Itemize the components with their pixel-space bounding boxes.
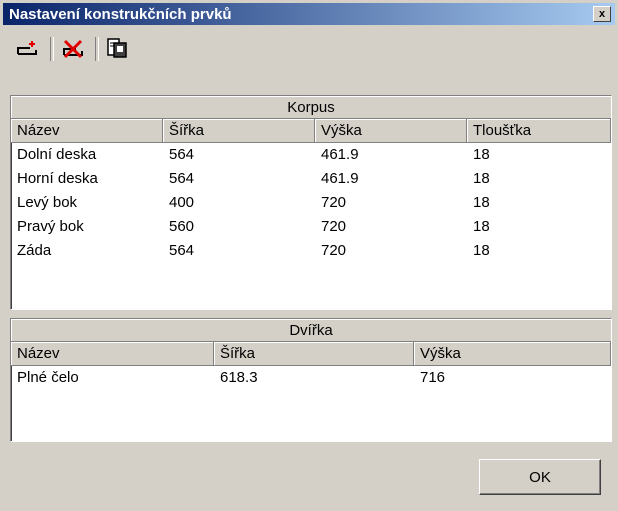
delete-element-button[interactable] — [58, 33, 88, 63]
cell-width: 564 — [169, 170, 195, 187]
cell-thickness: 18 — [473, 170, 490, 187]
delete-element-icon — [63, 39, 83, 59]
korpus-group-header: Korpus — [11, 96, 611, 119]
cell-name: Pravý bok — [17, 218, 84, 235]
table-row[interactable]: Pravý bok 560 720 18 — [11, 215, 611, 239]
table-row[interactable]: Plné čelo 618.3 716 — [11, 366, 611, 390]
column-header-nazev[interactable]: Název — [11, 342, 214, 366]
add-element-button[interactable] — [13, 33, 43, 63]
close-button[interactable]: x — [593, 6, 611, 22]
korpus-panel: Korpus Název Šířka Výška Tloušťka Dolní … — [10, 95, 612, 310]
cell-thickness: 18 — [473, 218, 490, 235]
cell-height: 720 — [321, 194, 347, 211]
table-row[interactable]: Horní deska 564 461.9 18 — [11, 167, 611, 191]
table-row[interactable]: Záda 564 720 18 — [11, 239, 611, 263]
cell-width: 564 — [169, 146, 195, 163]
column-header-nazev[interactable]: Název — [11, 119, 163, 143]
dvirka-panel: Dvířka Název Šířka Výška Plné čelo 618.3… — [10, 318, 612, 442]
column-header-vyska[interactable]: Výška — [315, 119, 467, 143]
table-row[interactable]: Levý bok 400 720 18 — [11, 191, 611, 215]
cell-name: Dolní deska — [17, 146, 97, 163]
cell-name: Levý bok — [17, 194, 78, 211]
add-element-icon — [17, 41, 37, 55]
cell-height: 461.9 — [321, 170, 359, 187]
column-header-vyska[interactable]: Výška — [414, 342, 611, 366]
cell-name: Plné čelo — [17, 369, 79, 386]
cell-width: 618.3 — [220, 369, 258, 386]
settings-dialog: Nastavení konstrukčních prvků x Korpus N… — [0, 0, 618, 511]
cell-name: Záda — [17, 242, 52, 259]
dvirka-group-header: Dvířka — [11, 319, 611, 342]
ok-button[interactable]: OK — [479, 459, 601, 495]
column-header-sirka[interactable]: Šířka — [214, 342, 414, 366]
title-bar[interactable]: Nastavení konstrukčních prvků x — [3, 3, 615, 25]
cell-thickness: 18 — [473, 194, 490, 211]
column-header-tloustka[interactable]: Tloušťka — [467, 119, 611, 143]
cell-height: 461.9 — [321, 146, 359, 163]
cell-width: 560 — [169, 218, 195, 235]
cell-width: 400 — [169, 194, 195, 211]
toolbar — [3, 27, 615, 69]
cell-thickness: 18 — [473, 146, 490, 163]
cell-height: 720 — [321, 242, 347, 259]
toolbar-separator — [95, 37, 99, 61]
cell-height: 720 — [321, 218, 347, 235]
toolbar-separator — [50, 37, 54, 61]
export-icon — [107, 38, 127, 58]
column-header-sirka[interactable]: Šířka — [163, 119, 315, 143]
dvirka-column-headers: Název Šířka Výška — [11, 342, 611, 366]
cell-name: Horní deska — [17, 170, 98, 187]
close-icon: x — [598, 8, 606, 20]
cell-height: 716 — [420, 369, 446, 386]
cell-width: 564 — [169, 242, 195, 259]
cell-thickness: 18 — [473, 242, 490, 259]
korpus-column-headers: Název Šířka Výška Tloušťka — [11, 119, 611, 143]
table-row[interactable]: Dolní deska 564 461.9 18 — [11, 143, 611, 167]
window-title: Nastavení konstrukčních prvků — [9, 6, 232, 23]
export-button[interactable] — [103, 33, 133, 63]
